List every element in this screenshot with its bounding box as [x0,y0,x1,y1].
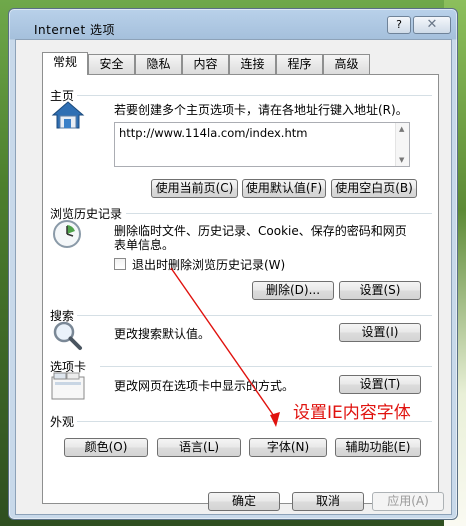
cancel-button[interactable]: 取消 [292,492,364,511]
fonts-button[interactable]: 字体(N) [249,438,327,457]
tabbed-window-icon [51,372,85,400]
ok-button[interactable]: 确定 [208,492,280,511]
accessibility-button[interactable]: 辅助功能(E) [335,438,421,457]
appearance-section-title: 外观 [50,415,75,429]
home-icon [51,101,85,129]
tab-privacy[interactable]: 隐私 [135,54,182,74]
scroll-up-icon: ▲ [399,125,405,133]
tabs-settings-button[interactable]: 设置(T) [339,375,421,394]
magnifier-icon [53,321,82,350]
colors-button[interactable]: 颜色(O) [64,438,148,457]
tab-advanced[interactable]: 高级 [323,54,370,74]
apply-button[interactable]: 应用(A) [372,492,444,511]
tab-general[interactable]: 常规 [42,52,88,75]
homepage-address-input[interactable]: http://www.114la.com/index.htm ▲ ▼ [114,122,410,167]
dialog-client-area: 常规 安全 隐私 内容 连接 程序 高级 主页 若要创建多个主页选项卡，请在各地… [15,39,452,515]
tab-content[interactable]: 内容 [182,54,229,74]
tabs-description: 更改网页在选项卡中显示的方式。 [114,379,295,393]
search-settings-button[interactable]: 设置(I) [339,323,421,342]
search-description: 更改搜索默认值。 [114,327,211,341]
annotation-text: 设置IE内容字体 [293,403,411,423]
internet-options-dialog: Internet 选项 ? ✕ 常规 安全 隐私 内容 连接 程序 高级 主页 … [8,8,458,520]
delete-on-exit-label[interactable]: 退出时删除浏览历史记录(W) [132,258,285,272]
tab-security[interactable]: 安全 [88,54,135,74]
languages-button[interactable]: 语言(L) [157,438,241,457]
history-divider [126,213,432,214]
homepage-description: 若要创建多个主页选项卡，请在各地址行键入地址(R)。 [114,103,408,117]
homepage-address-value: http://www.114la.com/index.htm [119,126,308,140]
homepage-divider [77,95,432,96]
tab-connections[interactable]: 连接 [229,54,276,74]
search-divider [77,315,432,316]
title-bar[interactable]: Internet 选项 ? ✕ [9,9,457,39]
help-button[interactable]: ? [387,16,411,34]
use-default-button[interactable]: 使用默认值(F) [242,179,326,198]
use-current-button[interactable]: 使用当前页(C) [151,179,238,198]
address-scrollbar[interactable]: ▲ ▼ [395,123,409,166]
tab-programs[interactable]: 程序 [276,54,323,74]
delete-on-exit-checkbox[interactable] [114,258,126,270]
close-button[interactable]: ✕ [413,16,451,34]
history-clock-icon [53,220,81,248]
general-tab-panel: 主页 若要创建多个主页选项卡，请在各地址行键入地址(R)。 http://www… [42,74,439,504]
history-settings-button[interactable]: 设置(S) [339,281,421,300]
scroll-down-icon: ▼ [399,156,405,164]
tabs-divider [100,366,432,367]
history-description: 删除临时文件、历史记录、Cookie、保存的密码和网页表单信息。 [114,224,407,252]
window-title: Internet 选项 [34,23,115,37]
delete-history-button[interactable]: 删除(D)... [252,281,334,300]
use-blank-button[interactable]: 使用空白页(B) [331,179,417,198]
